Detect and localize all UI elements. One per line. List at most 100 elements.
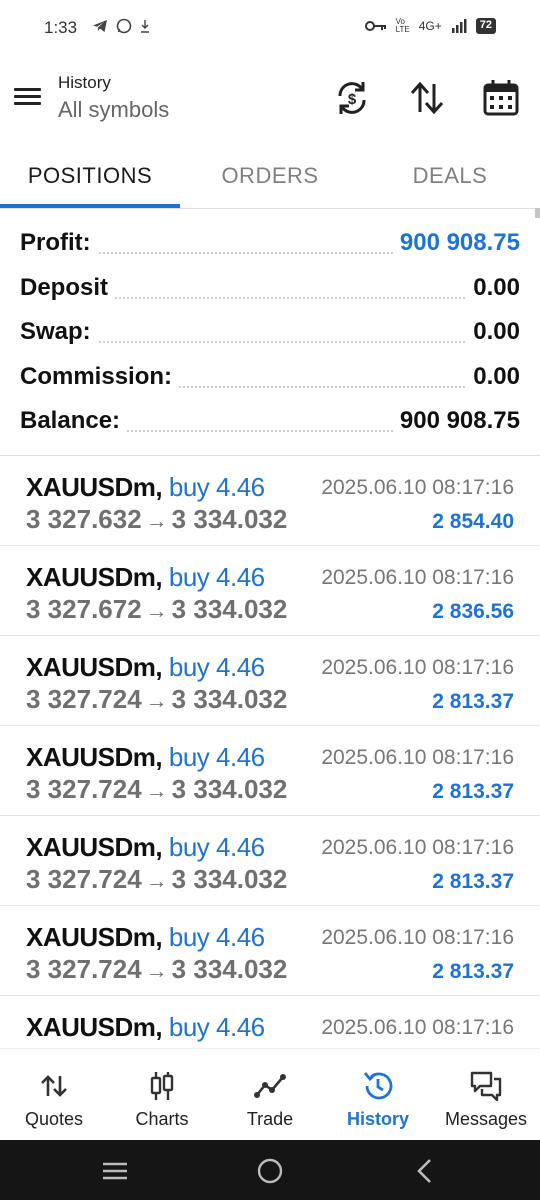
- open-price: 3 327.672: [26, 594, 142, 624]
- deposit-label: Deposit: [20, 273, 115, 302]
- page-title: History: [58, 73, 111, 92]
- bottom-nav: Quotes Charts Trade History Messages: [0, 1048, 540, 1140]
- close-price: 3 334.032: [171, 864, 288, 894]
- deal-profit: 2 813.37: [432, 870, 514, 893]
- tab-orders[interactable]: ORDERS: [180, 148, 360, 210]
- commission-value: 0.00: [467, 362, 520, 391]
- battery-icon: 72: [475, 18, 496, 34]
- positions-list[interactable]: XAUUSDm, buy 4.46 2025.06.10 08:17:16 3 …: [0, 456, 540, 1048]
- menu-button[interactable]: [14, 84, 44, 114]
- currency-exchange-icon[interactable]: $: [332, 78, 372, 118]
- swap-label: Swap:: [20, 318, 97, 346]
- tab-positions[interactable]: POSITIONS: [0, 148, 180, 210]
- deal-action: buy 4.46: [168, 742, 265, 772]
- swap-value: 0.00: [467, 318, 520, 346]
- open-price: 3 327.724: [26, 864, 142, 894]
- profit-value: 900 908.75: [393, 229, 520, 257]
- tab-bar: POSITIONS ORDERS DEALS: [0, 148, 540, 210]
- nav-label: Trade: [246, 1109, 294, 1129]
- deal-symbol: XAUUSDm,: [26, 562, 163, 592]
- system-nav-bar: [0, 1140, 540, 1200]
- tab-deals[interactable]: DEALS: [360, 148, 540, 210]
- deal-action: buy 4.46: [168, 922, 265, 952]
- app-bar: History All symbols $: [0, 60, 540, 140]
- scrollbar[interactable]: [535, 208, 540, 218]
- summary-row-swap: Swap: 0.00: [0, 311, 540, 356]
- nav-label: Charts: [135, 1109, 189, 1129]
- back-icon[interactable]: [410, 1156, 440, 1186]
- summary-row-deposit: Deposit 0.00: [0, 267, 540, 312]
- commission-label: Commission:: [20, 362, 179, 391]
- svg-text:$: $: [348, 91, 357, 108]
- recent-apps-icon[interactable]: [100, 1156, 130, 1186]
- open-price: 3 327.724: [26, 954, 142, 984]
- home-icon[interactable]: [255, 1156, 285, 1186]
- calendar-icon[interactable]: [481, 78, 521, 118]
- close-price: 3 334.032: [171, 954, 288, 984]
- open-price: 3 327.724: [26, 684, 142, 714]
- nav-messages[interactable]: Messages: [432, 1049, 540, 1140]
- telegram-icon: [93, 20, 107, 32]
- deal-time: 2025.06.10 08:17:16: [321, 1016, 514, 1039]
- nav-label: Quotes: [24, 1109, 84, 1129]
- deposit-value: 0.00: [467, 273, 520, 302]
- open-price: 3 327.632: [26, 504, 142, 534]
- close-price: 3 334.032: [171, 684, 288, 714]
- list-item[interactable]: XAUUSDm, buy 4.46 2025.06.10 08:17:16 3 …: [0, 636, 540, 726]
- nav-label: Messages: [444, 1109, 528, 1129]
- whatsapp-icon: [116, 18, 132, 34]
- summary-row-profit: Profit: 900 908.75: [0, 222, 540, 267]
- close-price: 3 334.032: [171, 774, 288, 804]
- deal-symbol: XAUUSDm,: [26, 1012, 163, 1042]
- summary-row-balance: Balance: 900 908.75: [0, 400, 540, 445]
- deal-time: 2025.06.10 08:17:16: [321, 476, 514, 499]
- trade-icon: [254, 1074, 286, 1098]
- sort-icon[interactable]: [407, 78, 447, 118]
- deal-time: 2025.06.10 08:17:16: [321, 656, 514, 679]
- nav-history[interactable]: History: [324, 1049, 432, 1140]
- summary-row-commission: Commission: 0.00: [0, 356, 540, 401]
- history-icon: [363, 1072, 393, 1100]
- deal-profit: 2 813.37: [432, 960, 514, 983]
- divider: [0, 208, 540, 209]
- arrow-right-icon: →: [145, 598, 168, 623]
- deal-time: 2025.06.10 08:17:16: [321, 566, 514, 589]
- balance-label: Balance:: [20, 407, 127, 435]
- list-item[interactable]: XAUUSDm, buy 4.46 2025.06.10 08:17:16 3 …: [0, 726, 540, 816]
- deal-symbol: XAUUSDm,: [26, 832, 163, 862]
- deal-profit: 2 813.37: [432, 780, 514, 803]
- deal-symbol: XAUUSDm,: [26, 652, 163, 682]
- profit-label: Profit:: [20, 229, 97, 257]
- deal-symbol: XAUUSDm,: [26, 472, 163, 502]
- network-type: 4G+: [418, 19, 442, 33]
- status-time: 1:33: [44, 18, 78, 37]
- arrow-right-icon: →: [145, 508, 168, 533]
- deal-action: buy 4.46: [168, 1012, 265, 1042]
- deal-time: 2025.06.10 08:17:16: [321, 746, 514, 769]
- deal-action: buy 4.46: [168, 472, 265, 502]
- close-price: 3 334.032: [171, 594, 288, 624]
- deal-profit: 2 854.40: [432, 510, 514, 533]
- list-item[interactable]: XAUUSDm, buy 4.46 2025.06.10 08:17:16 3 …: [0, 456, 540, 546]
- nav-quotes[interactable]: Quotes: [0, 1049, 108, 1140]
- nav-charts[interactable]: Charts: [108, 1049, 216, 1140]
- deal-action: buy 4.46: [168, 832, 265, 862]
- list-item[interactable]: XAUUSDm, buy 4.46 2025.06.10 08:17:16: [0, 996, 540, 1048]
- close-price: 3 334.032: [171, 504, 288, 534]
- arrow-right-icon: →: [145, 688, 168, 713]
- quotes-icon: [41, 1075, 67, 1097]
- nav-trade[interactable]: Trade: [216, 1049, 324, 1140]
- open-price: 3 327.724: [26, 774, 142, 804]
- deal-action: buy 4.46: [168, 562, 265, 592]
- list-item[interactable]: XAUUSDm, buy 4.46 2025.06.10 08:17:16 3 …: [0, 906, 540, 996]
- messages-icon: [470, 1071, 502, 1102]
- symbol-filter[interactable]: All symbols: [58, 97, 169, 123]
- download-icon: [141, 20, 149, 33]
- list-item[interactable]: XAUUSDm, buy 4.46 2025.06.10 08:17:16 3 …: [0, 816, 540, 906]
- nav-label: History: [346, 1109, 409, 1129]
- list-item[interactable]: XAUUSDm, buy 4.46 2025.06.10 08:17:16 3 …: [0, 546, 540, 636]
- deal-time: 2025.06.10 08:17:16: [321, 926, 514, 949]
- summary-panel: Profit: 900 908.75 Deposit 0.00 Swap: 0.…: [0, 222, 540, 445]
- status-bar: 1:33 Vo LTE 4G+ 72: [0, 0, 540, 60]
- arrow-right-icon: →: [145, 958, 168, 983]
